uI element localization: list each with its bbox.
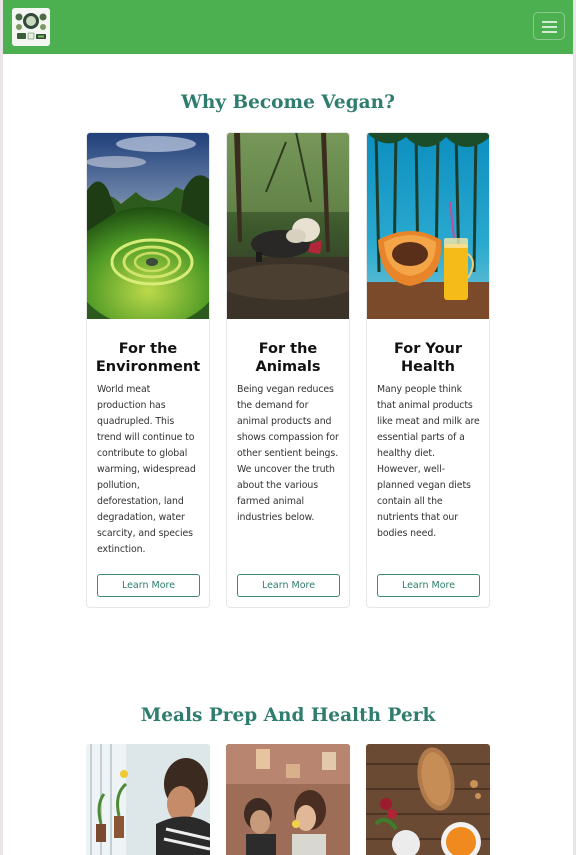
card-title: For the Environment [95,341,201,375]
hamburger-icon [542,26,557,28]
papaya-juice-image [367,133,489,319]
brand-logo[interactable] [12,8,50,46]
card-title: For Your Health [393,341,463,375]
hamburger-icon [542,21,557,23]
navbar [3,0,573,54]
meals-prep-title: Meals Prep And Health Perk [140,705,436,726]
card-animals: For the Animals Being vegan reduces the … [226,132,350,608]
learn-more-button[interactable]: Learn More [237,574,340,597]
card-title: For the Animals [255,341,321,375]
why-vegan-title: Why Become Vegan? [181,92,395,113]
card-environment: For the Environment World meat productio… [86,132,210,608]
logo-graphic [12,8,50,46]
environment-landscape-image [87,133,209,319]
card-health: For Your Health Many people think that a… [366,132,490,608]
card-text: World meat production has quadrupled. Th… [97,384,196,555]
sheep-image [227,133,349,319]
card-text: Being vegan reduces the demand for anima… [237,384,339,523]
card-text: Many people think that animal products l… [377,384,480,539]
food-table-image [366,744,490,855]
learn-more-button[interactable]: Learn More [97,574,200,597]
friends-eating-image [226,744,350,855]
hamburger-icon [542,31,557,33]
menu-toggle-button[interactable] [533,12,565,40]
page-frame-left [0,0,3,855]
meal-prep-plants-image [86,744,210,855]
learn-more-button[interactable]: Learn More [377,574,480,597]
